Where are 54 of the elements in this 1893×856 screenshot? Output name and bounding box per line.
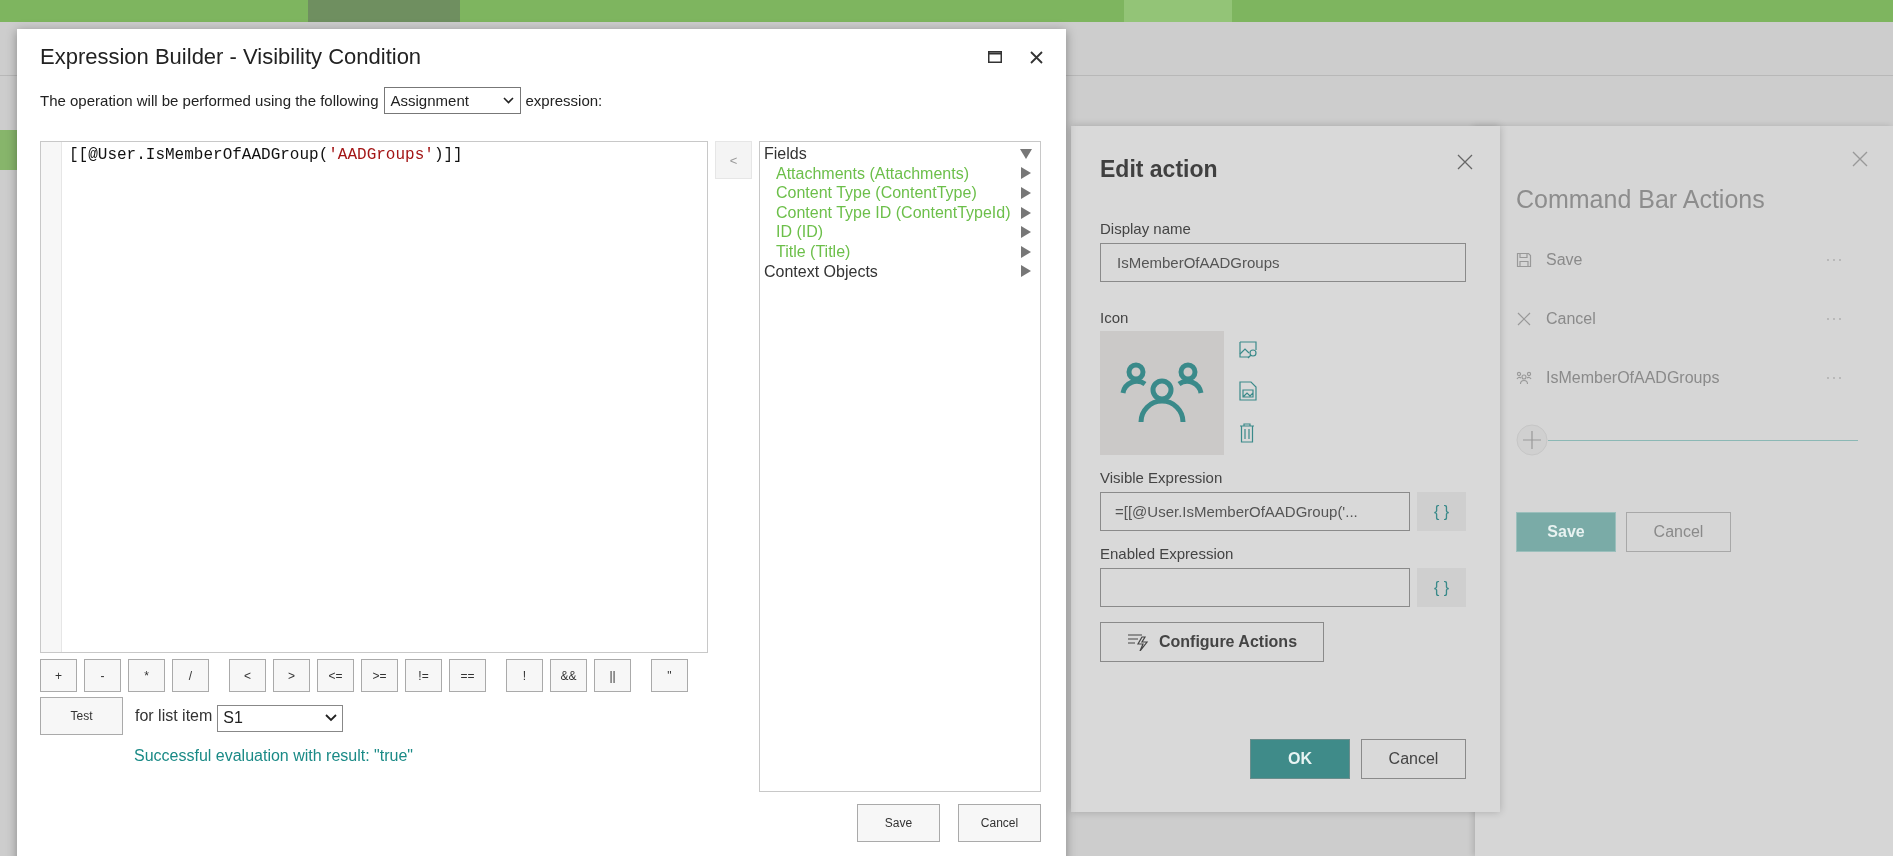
trash-icon[interactable] [1239, 423, 1255, 443]
image-file-icon[interactable] [1239, 381, 1257, 401]
expression-field[interactable] [1100, 568, 1410, 607]
description-text: expression: [525, 91, 603, 109]
tree-item[interactable]: Context Objects [764, 261, 1032, 282]
code-editor[interactable]: [[@User.IsMemberOfAADGroup('AADGroups')]] [40, 141, 708, 653]
ok-button[interactable]: OK [1250, 739, 1350, 779]
lightning-list-icon [1126, 633, 1149, 651]
maximize-icon[interactable] [988, 51, 1002, 63]
people-icon [1120, 362, 1204, 424]
operator-button[interactable]: < [229, 659, 266, 692]
operator-button[interactable]: >= [361, 659, 398, 692]
chevron-down-icon [502, 96, 514, 104]
people-icon [1516, 370, 1532, 385]
field-label: Visible Expression [1100, 469, 1224, 486]
mode-dropdown[interactable]: Assignment [383, 86, 521, 114]
image-search-icon[interactable] [1239, 341, 1259, 359]
panel-title: Command Bar Actions [1516, 185, 1766, 214]
result-message: Successful evaluation with result: "true" [134, 747, 415, 765]
save-button[interactable]: Save [857, 804, 940, 842]
chevron-down-icon [325, 714, 338, 722]
operator-button[interactable]: != [405, 659, 442, 692]
operator-button[interactable]: <= [317, 659, 354, 692]
operator-button[interactable]: > [273, 659, 310, 692]
tree-item[interactable]: Fields [764, 144, 1032, 164]
operator-button[interactable]: && [550, 659, 587, 692]
add-icon[interactable] [1516, 424, 1548, 456]
operator-button[interactable]: || [594, 659, 631, 692]
display-name-field[interactable]: IsMemberOfAADGroups [1100, 243, 1466, 282]
expression-field[interactable]: =[[@User.IsMemberOfAADGroup('... [1100, 492, 1410, 531]
close-icon[interactable] [1030, 50, 1043, 64]
code-line: [[@User.IsMemberOfAADGroup('AADGroups')]] [68, 145, 464, 166]
side-marker [0, 130, 17, 170]
configure-actions-button[interactable]: Configure Actions [1100, 622, 1324, 662]
dialog-title: Expression Builder - Visibility Condition [40, 44, 423, 70]
save-icon [1516, 251, 1532, 268]
description-text: The operation will be performed using the following [40, 91, 379, 109]
test-button[interactable]: Test [40, 697, 123, 735]
operator-button[interactable]: " [651, 659, 688, 692]
operator-button[interactable]: == [449, 659, 486, 692]
operator-button[interactable]: ! [506, 659, 543, 692]
operator-button[interactable]: - [84, 659, 121, 692]
close-icon [1516, 310, 1532, 327]
list-item-label: for list item [135, 707, 213, 725]
panel-title: Edit action [1100, 156, 1219, 184]
operator-button[interactable]: / [172, 659, 209, 692]
cancel-button[interactable]: Cancel [958, 804, 1041, 842]
cancel-button[interactable]: Cancel [1361, 739, 1466, 779]
list-item-dropdown[interactable]: S1 [217, 704, 344, 732]
field-label: Enabled Expression [1100, 545, 1235, 562]
field-label: Icon [1100, 309, 1130, 326]
operator-button[interactable]: + [40, 659, 77, 692]
operator-button[interactable]: * [128, 659, 165, 692]
field-label: Display name [1100, 220, 1192, 237]
